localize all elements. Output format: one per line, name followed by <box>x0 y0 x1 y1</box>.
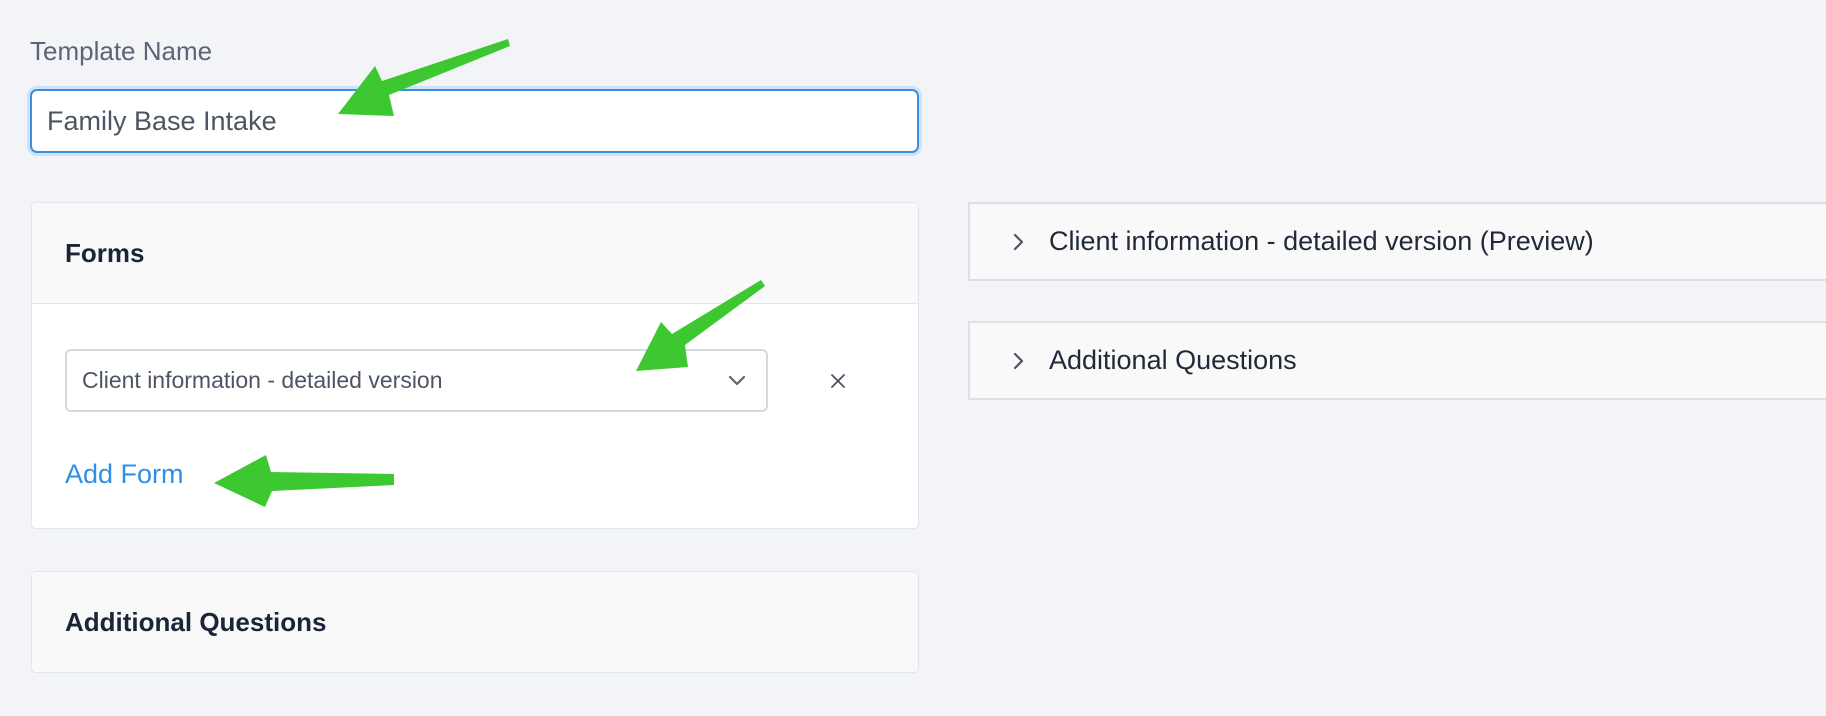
add-form-link[interactable]: Add Form <box>65 459 184 490</box>
chevron-down-icon <box>728 375 746 386</box>
additional-questions-card: Additional Questions <box>31 571 919 673</box>
form-select[interactable]: Client information - detailed version <box>65 349 768 412</box>
preview-panel-title: Additional Questions <box>1049 345 1297 375</box>
remove-form-button[interactable] <box>820 363 856 399</box>
chevron-right-icon <box>1013 352 1024 369</box>
forms-card: Forms Client information - detailed vers… <box>31 202 919 529</box>
additional-questions-title: Additional Questions <box>32 572 918 672</box>
forms-card-title: Forms <box>32 203 918 304</box>
preview-panel-additional-questions[interactable]: Additional Questions <box>968 321 1826 400</box>
form-select-value: Client information - detailed version <box>82 367 443 393</box>
page: Template Name Forms Client information -… <box>0 0 1826 716</box>
close-icon <box>831 374 845 388</box>
preview-panel-title: Client information - detailed version (P… <box>1049 226 1594 256</box>
chevron-right-icon <box>1013 233 1024 250</box>
preview-panel-client-information[interactable]: Client information - detailed version (P… <box>968 202 1826 281</box>
template-name-label: Template Name <box>30 36 213 66</box>
template-name-input[interactable] <box>30 89 919 153</box>
